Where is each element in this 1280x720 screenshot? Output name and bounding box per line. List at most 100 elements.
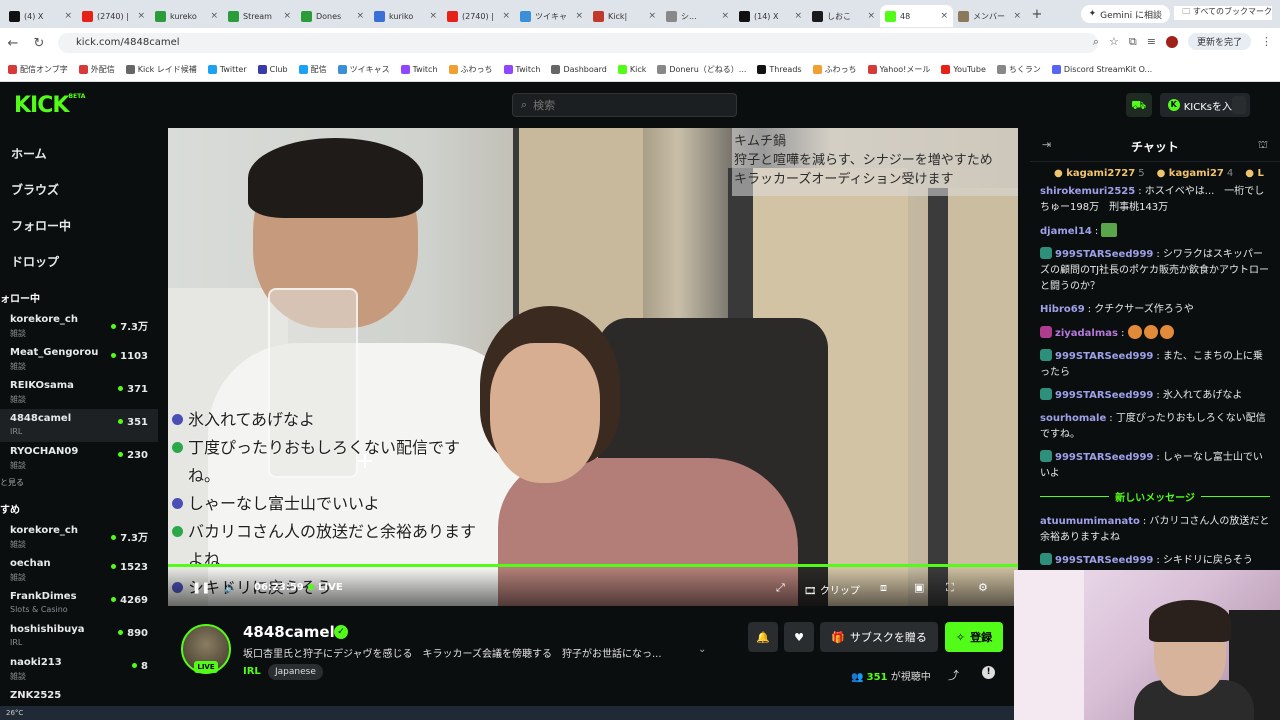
bookmark-item[interactable]: 外配信	[78, 64, 115, 75]
bookmark-item[interactable]: Yahoo!メール	[867, 64, 930, 75]
bookmark-item[interactable]: Twitter	[207, 65, 247, 74]
info-icon[interactable]: !	[982, 666, 995, 679]
bookmark-item[interactable]: Kick レイド候補	[125, 64, 197, 75]
pip-icon[interactable]: ⧈	[880, 581, 887, 595]
kick-logo[interactable]: KICKBETA	[14, 93, 85, 118]
bookmark-item[interactable]: 配信オンブ字	[8, 64, 68, 75]
settings-gear-icon[interactable]: ⚙	[978, 581, 988, 594]
kebab-menu-icon[interactable]: ⋮	[1261, 35, 1272, 48]
gift-sub-button[interactable]: 🎁 サブスクを贈る	[820, 622, 938, 652]
chat-username[interactable]: djamel14	[1040, 226, 1092, 237]
chat-username[interactable]: 999STARSeed999	[1055, 351, 1153, 362]
browser-tab[interactable]: kureko ×	[150, 5, 223, 27]
tab-close-icon[interactable]: ×	[283, 11, 291, 21]
volume-icon[interactable]: 🔈	[224, 581, 238, 594]
browser-tab[interactable]: メンバー ×	[953, 5, 1026, 27]
tab-close-icon[interactable]: ×	[867, 11, 875, 21]
tab-close-icon[interactable]: ×	[721, 11, 729, 21]
browser-tab[interactable]: Dones ×	[296, 5, 369, 27]
bookmark-item[interactable]: 配信	[298, 64, 327, 75]
bookmark-item[interactable]: Dashboard	[551, 65, 607, 74]
browser-tab[interactable]: (2740) | ×	[442, 5, 515, 27]
chat-username[interactable]: 999STARSeed999	[1055, 452, 1153, 463]
live-progress-bar[interactable]	[168, 564, 1018, 567]
chat-username[interactable]: 999STARSeed999	[1055, 555, 1153, 566]
search-input[interactable]	[533, 98, 714, 112]
new-tab-icon[interactable]: +	[1026, 7, 1048, 22]
bookmark-item[interactable]: Twitch	[400, 65, 438, 74]
sidebar-channel[interactable]: korekore_ch 雑談 7.3万	[0, 521, 158, 554]
favorite-button[interactable]: ♥	[784, 622, 814, 652]
browser-tab[interactable]: しおこ ×	[807, 5, 880, 27]
chat-username[interactable]: ziyadalmas	[1055, 328, 1118, 339]
sidebar-channel[interactable]: Meat_Gengorou 雑談 1103	[0, 343, 158, 376]
sidebar-channel[interactable]: oechan 雑談 1523	[0, 554, 158, 587]
notification-bell-button[interactable]: 🔔	[748, 622, 778, 652]
star-icon[interactable]: ☆	[1109, 35, 1119, 48]
browser-tab[interactable]: シ... ×	[661, 5, 734, 27]
language-tag[interactable]: Japanese	[268, 664, 323, 680]
browser-tab[interactable]: Stream ×	[223, 5, 296, 27]
leader-entry[interactable]: ● L	[1245, 168, 1264, 179]
leader-entry[interactable]: ● kagami27 4	[1157, 168, 1234, 179]
follow-button[interactable]: ✧ 登録	[945, 622, 1003, 652]
bookmark-item[interactable]: Twitch	[503, 65, 540, 74]
chat-username[interactable]: Hibro69	[1040, 304, 1085, 315]
chat-username[interactable]: 999STARSeed999	[1055, 249, 1153, 260]
sidebar-channel[interactable]: 4848camel IRL 351	[0, 409, 158, 442]
url-field[interactable]: kick.com/4848camel	[58, 33, 1098, 53]
bookmark-item[interactable]: ツイキャス	[337, 64, 390, 75]
chat-users-icon[interactable]: ⛫	[1258, 138, 1268, 153]
fullscreen-icon[interactable]: ⛶	[946, 581, 954, 595]
sidebar-channel[interactable]: REIKOsama 雑談 371	[0, 376, 158, 409]
tab-close-icon[interactable]: ×	[648, 11, 656, 21]
bookmark-item[interactable]: YouTube	[941, 65, 986, 74]
nav-following[interactable]: フォロー中	[0, 208, 158, 244]
tab-close-icon[interactable]: ×	[356, 11, 364, 21]
browser-tab[interactable]: Kick| ×	[588, 5, 661, 27]
clip-button[interactable]: 🎞 クリップ	[804, 582, 860, 597]
chat-username[interactable]: 999STARSeed999	[1055, 390, 1153, 401]
sidebar-channel[interactable]: naoki213 雑談 8	[0, 653, 158, 686]
sidebar-channel[interactable]: RYOCHAN09 雑談 230	[0, 442, 158, 475]
update-button[interactable]: 更新を完了	[1187, 33, 1251, 50]
all-bookmarks-button[interactable]: 🗀 すべてのブックマーク	[1174, 6, 1272, 20]
tab-close-icon[interactable]: ×	[575, 11, 583, 21]
tab-close-icon[interactable]: ×	[794, 11, 802, 21]
theater-icon[interactable]: ⤢	[776, 581, 785, 595]
bookmark-item[interactable]: ちくラン	[996, 64, 1041, 75]
sidebar-channel[interactable]: hoshishibuya IRL 890	[0, 620, 158, 653]
tab-close-icon[interactable]: ×	[137, 11, 145, 21]
zoom-icon[interactable]: ⌕	[1093, 35, 1099, 49]
bookmark-item[interactable]: Doneru（どねる）...	[657, 64, 746, 75]
video-player[interactable]: キムチ鍋 狩子と喧嘩を減らす、シナジーを増やすため キラッカーズオーディション受…	[168, 128, 1018, 606]
tab-close-icon[interactable]: ×	[64, 11, 72, 21]
bookmark-item[interactable]: Threads	[757, 65, 802, 74]
nav-browse[interactable]: ブラウズ	[0, 172, 158, 208]
chat-username[interactable]: shirokemuri2525	[1040, 186, 1135, 197]
chevron-down-icon[interactable]: ⌄	[698, 644, 706, 655]
bookmark-item[interactable]: Club	[257, 65, 288, 74]
share-icon[interactable]: ⤴	[948, 667, 959, 683]
leader-entry[interactable]: ● kagami2727 5	[1054, 168, 1145, 179]
mini-player-icon[interactable]: ▣	[914, 581, 924, 594]
reload-icon[interactable]: ↻	[26, 36, 52, 51]
nav-drops[interactable]: ドロップ	[0, 244, 158, 280]
tab-close-icon[interactable]: ×	[210, 11, 218, 21]
chat-username[interactable]: sourhomale	[1040, 413, 1106, 424]
tab-close-icon[interactable]: ×	[429, 11, 437, 21]
kicks-store-icon[interactable]: ⛟	[1125, 93, 1152, 117]
pause-icon[interactable]: ❚❚	[192, 581, 210, 594]
browser-tab[interactable]: 48 ×	[880, 5, 953, 27]
channel-name[interactable]: 4848camel	[243, 623, 335, 641]
sidebar-channel[interactable]: korekore_ch 雑談 7.3万	[0, 310, 158, 343]
chat-username[interactable]: atuumumimanato	[1040, 516, 1140, 527]
bookmark-item[interactable]: Discord StreamKit O...	[1051, 65, 1152, 74]
sidebar-channel[interactable]: FrankDimes Slots & Casino 4269	[0, 587, 158, 620]
show-more-link[interactable]: と見る	[0, 475, 158, 491]
tab-close-icon[interactable]: ×	[940, 11, 948, 21]
bookmark-item[interactable]: Kick	[617, 65, 646, 74]
browser-tab[interactable]: kuriko ×	[369, 5, 442, 27]
bookmark-item[interactable]: ふわっち	[448, 64, 493, 75]
back-icon[interactable]: ←	[0, 36, 26, 51]
